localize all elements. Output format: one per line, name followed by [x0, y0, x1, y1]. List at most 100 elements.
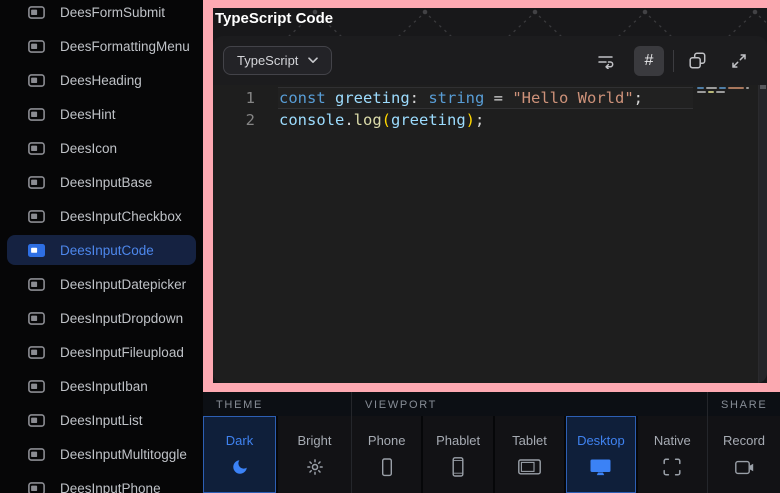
sidebar-item-DeesInputFileupload[interactable]: DeesInputFileupload	[7, 337, 196, 367]
sidebar-item-label: DeesInputMultitoggle	[60, 447, 187, 462]
minimap-scrollbar[interactable]	[758, 85, 767, 383]
code-panel-header: TypeScript #	[213, 36, 767, 85]
component-icon	[28, 278, 45, 291]
button-label: Record	[723, 433, 765, 448]
component-icon	[28, 346, 45, 359]
toolbar-section-label: SHARE	[708, 392, 780, 416]
sidebar-item-DeesInputIban[interactable]: DeesInputIban	[7, 371, 196, 401]
expand-icon[interactable]	[725, 47, 753, 75]
toolbar-section-theme: THEME Dark Bright	[203, 392, 351, 493]
copy-icon[interactable]	[683, 47, 711, 75]
button-label: Desktop	[577, 433, 625, 448]
sidebar-item-DeesInputBase[interactable]: DeesInputBase	[7, 167, 196, 197]
sidebar-item-DeesInputList[interactable]: DeesInputList	[7, 405, 196, 435]
sidebar-item-label: DeesIcon	[60, 141, 117, 156]
sidebar-item-DeesInputDropdown[interactable]: DeesInputDropdown	[7, 303, 196, 333]
button-label: Dark	[226, 433, 253, 448]
component-sidebar: DeesFormSubmit DeesFormattingMenu DeesHead…	[0, 0, 203, 493]
minimap-slider[interactable]	[760, 85, 766, 89]
sidebar-item-DeesFormattingMenu[interactable]: DeesFormattingMenu	[7, 31, 196, 61]
component-icon	[28, 312, 45, 325]
line-number: 1	[213, 87, 265, 109]
component-icon	[28, 142, 45, 155]
sidebar-item-label: DeesInputCheckbox	[60, 209, 182, 224]
main-area: TypeScript Code TypeScript #	[203, 0, 780, 493]
component-list: DeesFormSubmit DeesFormattingMenu DeesHead…	[7, 0, 196, 493]
language-dropdown[interactable]: TypeScript	[223, 46, 332, 75]
sidebar-item-DeesHeading[interactable]: DeesHeading	[7, 65, 196, 95]
properties-toolbar: THEME Dark Bright VIEWPORT Phone PhabletTable…	[203, 392, 780, 493]
minimap-line	[697, 91, 757, 93]
native-icon	[663, 458, 681, 476]
button-label: Native	[654, 433, 691, 448]
sidebar-item-label: DeesFormattingMenu	[60, 39, 190, 54]
toolbar-section-label: VIEWPORT	[352, 392, 707, 416]
sidebar-item-DeesInputPhone[interactable]: DeesInputPhone	[7, 473, 196, 493]
code-editor[interactable]: 1 const greeting: string = "Hello World";…	[213, 85, 767, 383]
sidebar-item-DeesFormSubmit[interactable]: DeesFormSubmit	[7, 0, 196, 27]
dark-button[interactable]: Dark	[203, 416, 276, 493]
sidebar-item-label: DeesInputFileupload	[60, 345, 184, 360]
minimap-line	[697, 87, 757, 89]
desktop-icon	[590, 458, 611, 476]
sidebar-item-label: DeesInputPhone	[60, 481, 161, 493]
button-label: Bright	[298, 433, 332, 448]
sidebar-item-DeesHint[interactable]: DeesHint	[7, 99, 196, 129]
component-icon	[28, 74, 45, 87]
sidebar-item-label: DeesInputDropdown	[60, 311, 183, 326]
toolbar-buttons: Record	[708, 416, 780, 493]
phablet-icon	[449, 458, 467, 476]
native-button[interactable]: Native	[638, 416, 707, 493]
chevron-down-icon	[308, 57, 318, 64]
word-wrap-icon[interactable]	[592, 47, 620, 75]
component-icon	[28, 380, 45, 393]
sidebar-item-label: DeesHint	[60, 107, 116, 122]
toolbar-section-viewport: VIEWPORT Phone PhabletTablet Desktop Native	[351, 392, 707, 493]
code-line[interactable]: 1 const greeting: string = "Hello World";	[213, 87, 767, 109]
toolbar-section-label: THEME	[203, 392, 351, 416]
preview-title: TypeScript Code	[213, 8, 767, 36]
sidebar-item-label: DeesInputBase	[60, 175, 152, 190]
line-numbers-icon[interactable]: #	[634, 46, 664, 76]
sun-icon	[306, 458, 324, 476]
phone-button[interactable]: Phone	[352, 416, 421, 493]
component-icon	[28, 40, 45, 53]
code-panel: TypeScript # 1 const greeting: string = "…	[213, 36, 767, 383]
sidebar-item-label: DeesInputIban	[60, 379, 148, 394]
component-icon	[28, 482, 45, 493]
language-dropdown-label: TypeScript	[237, 53, 298, 68]
component-icon	[28, 244, 45, 257]
sidebar-item-label: DeesHeading	[60, 73, 142, 88]
sidebar-item-label: DeesInputDatepicker	[60, 277, 186, 292]
record-icon	[735, 458, 754, 476]
sidebar-item-DeesInputDatepicker[interactable]: DeesInputDatepicker	[7, 269, 196, 299]
phone-icon	[378, 458, 396, 476]
code-text: console.log(greeting);	[279, 109, 484, 131]
sidebar-item-DeesInputCode[interactable]: DeesInputCode	[7, 235, 196, 265]
sidebar-item-label: DeesInputList	[60, 413, 143, 428]
code-line[interactable]: 2 console.log(greeting);	[213, 109, 767, 131]
bright-button[interactable]: Bright	[278, 416, 351, 493]
button-label: Phone	[368, 433, 406, 448]
toolbar-buttons: Phone PhabletTablet Desktop Native	[352, 416, 707, 493]
sidebar-item-DeesInputMultitoggle[interactable]: DeesInputMultitoggle	[7, 439, 196, 469]
moon-icon	[231, 458, 249, 476]
minimap	[697, 87, 757, 95]
line-number: 2	[213, 109, 265, 131]
sidebar-item-label: DeesInputCode	[60, 243, 154, 258]
record-button[interactable]: Record	[708, 416, 780, 493]
component-icon	[28, 176, 45, 189]
component-icon	[28, 414, 45, 427]
preview-frame: TypeScript Code TypeScript #	[203, 0, 780, 392]
phablet-button[interactable]: Phablet	[423, 416, 492, 493]
tablet-icon	[518, 458, 541, 476]
component-icon	[28, 448, 45, 461]
demo-canvas: TypeScript Code TypeScript #	[213, 8, 767, 383]
sidebar-item-DeesInputCheckbox[interactable]: DeesInputCheckbox	[7, 201, 196, 231]
component-icon	[28, 6, 45, 19]
desktop-button[interactable]: Desktop	[566, 416, 635, 493]
code-text: const greeting: string = "Hello World";	[279, 87, 643, 109]
sidebar-item-DeesIcon[interactable]: DeesIcon	[7, 133, 196, 163]
tablet-button[interactable]: Tablet	[495, 416, 564, 493]
component-icon	[28, 108, 45, 121]
